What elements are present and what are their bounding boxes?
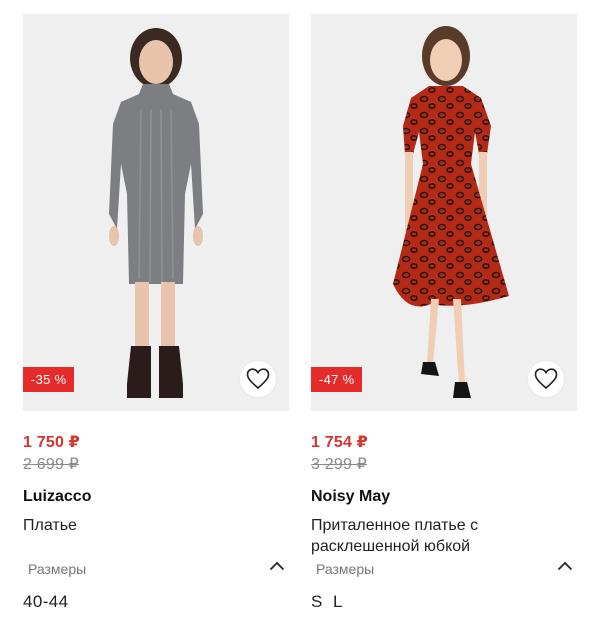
discount-badge: -35 % bbox=[23, 367, 75, 392]
product-title[interactable]: Приталенное платье с расклешенной юбкой bbox=[311, 515, 561, 557]
product-image[interactable]: -35 % bbox=[23, 14, 289, 411]
sale-price: 1 750 ₽ bbox=[23, 434, 81, 451]
brand-name[interactable]: Noisy May bbox=[311, 488, 390, 506]
sizes-label: Размеры bbox=[28, 561, 87, 577]
product-card[interactable]: -47 % 1 754 ₽ 3 299 ₽ Noisy May Притален… bbox=[311, 14, 577, 611]
discount-badge: -47 % bbox=[311, 367, 363, 392]
sizes-list: S L bbox=[311, 592, 343, 611]
heart-icon bbox=[534, 368, 558, 390]
old-price: 2 699 ₽ bbox=[23, 456, 80, 473]
chevron-up-icon[interactable] bbox=[557, 560, 573, 572]
sizes-list: 40-44 bbox=[23, 592, 69, 611]
sizes-label: Размеры bbox=[316, 561, 375, 577]
heart-icon bbox=[246, 368, 270, 390]
product-card[interactable]: -35 % 1 750 ₽ 2 699 ₽ Luizacco Платье Ра… bbox=[23, 14, 289, 611]
model-photo bbox=[393, 26, 509, 398]
favorite-button[interactable] bbox=[528, 361, 564, 397]
old-price: 3 299 ₽ bbox=[311, 456, 368, 473]
product-image[interactable]: -47 % bbox=[311, 14, 577, 411]
favorite-button[interactable] bbox=[240, 361, 276, 397]
brand-name[interactable]: Luizacco bbox=[23, 488, 91, 506]
chevron-up-icon[interactable] bbox=[269, 560, 285, 572]
model-photo bbox=[109, 28, 203, 398]
product-title[interactable]: Платье bbox=[23, 515, 273, 536]
sale-price: 1 754 ₽ bbox=[311, 434, 369, 451]
